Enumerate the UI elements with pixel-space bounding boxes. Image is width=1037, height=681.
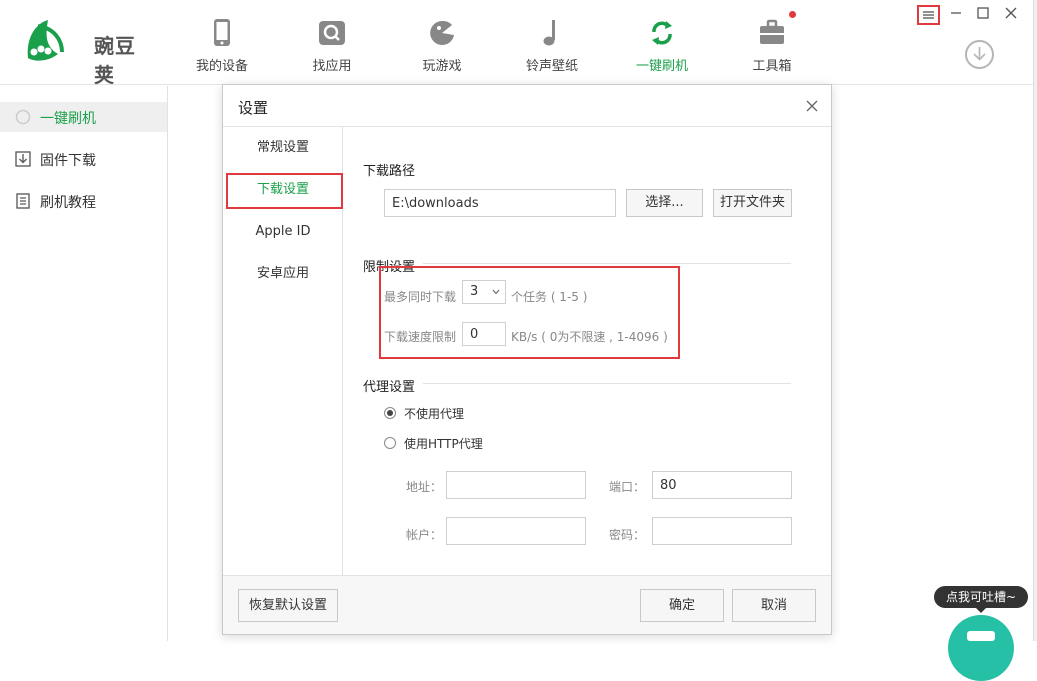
proxy-port-label: 端口： bbox=[609, 480, 646, 494]
ok-button[interactable]: 确定 bbox=[640, 589, 724, 622]
section-divider bbox=[423, 263, 791, 264]
max-tasks-label: 最多同时下载 bbox=[384, 290, 457, 304]
proxy-port-input[interactable] bbox=[652, 471, 792, 499]
dialog-header: 设置 bbox=[223, 85, 831, 127]
proxy-address-label: 地址： bbox=[406, 480, 443, 494]
max-tasks-unit: 个任务 ( 1-5 ) bbox=[511, 290, 588, 304]
tab-android-apps[interactable]: 安卓应用 bbox=[223, 259, 343, 289]
speed-limit-label: 下载速度限制 bbox=[384, 330, 457, 344]
nav-find-apps[interactable]: 找应用 bbox=[282, 0, 382, 85]
nav-toolbox[interactable]: 工具箱 bbox=[722, 0, 822, 85]
nav-label: 工具箱 bbox=[752, 59, 792, 74]
tab-download[interactable]: 下载设置 bbox=[223, 175, 343, 205]
sidebar-item-firmware[interactable]: 固件下载 bbox=[0, 144, 167, 174]
http-proxy-label: 使用HTTP代理 bbox=[404, 437, 483, 451]
download-manager-button[interactable] bbox=[965, 40, 994, 69]
section-divider bbox=[423, 383, 791, 384]
reset-defaults-button[interactable]: 恢复默认设置 bbox=[238, 589, 338, 622]
document-icon bbox=[16, 193, 30, 209]
minimize-icon[interactable] bbox=[947, 4, 965, 22]
dialog-title: 设置 bbox=[238, 99, 269, 117]
download-icon bbox=[15, 151, 31, 167]
refresh-icon bbox=[652, 21, 672, 45]
feedback-chat-button[interactable] bbox=[948, 615, 1014, 681]
game-icon bbox=[430, 20, 454, 45]
toolbox-icon bbox=[760, 19, 784, 44]
proxy-settings-heading: 代理设置 bbox=[363, 380, 416, 395]
sidebar-item-tutorial[interactable]: 刷机教程 bbox=[0, 186, 167, 216]
proxy-password-label: 密码： bbox=[609, 528, 646, 542]
speed-limit-unit: KB/s ( 0为不限速 , 1-4096 ) bbox=[511, 330, 668, 344]
music-note-icon bbox=[543, 20, 555, 46]
sidebar-item-label: 一键刷机 bbox=[40, 111, 96, 127]
top-bar: 豌豆荚 我的设备 找应用 玩游戏 铃声壁纸 一键刷机 工具箱 bbox=[0, 0, 1033, 87]
speed-limit-input[interactable] bbox=[462, 322, 506, 346]
menu-button-highlight[interactable] bbox=[917, 5, 940, 25]
download-path-heading: 下载路径 bbox=[363, 164, 416, 179]
settings-dialog: 设置 常规设置 下载设置 Apple ID 安卓应用 下载路径 选择... 打开… bbox=[222, 84, 832, 635]
nav-label: 我的设备 bbox=[195, 59, 248, 74]
window-edge bbox=[1033, 0, 1037, 641]
open-folder-button[interactable]: 打开文件夹 bbox=[713, 189, 792, 217]
max-tasks-value: 3 bbox=[470, 284, 479, 299]
close-window-icon[interactable] bbox=[1002, 4, 1020, 22]
menu-icon bbox=[923, 11, 934, 19]
nav-my-device[interactable]: 我的设备 bbox=[172, 0, 272, 85]
no-proxy-radio[interactable] bbox=[384, 407, 396, 419]
chat-bubble-icon bbox=[967, 631, 995, 641]
nav-ringtones[interactable]: 铃声壁纸 bbox=[502, 0, 602, 85]
dialog-footer: 恢复默认设置 确定 取消 bbox=[223, 575, 831, 634]
circle-icon bbox=[15, 109, 31, 125]
http-proxy-radio[interactable] bbox=[384, 437, 396, 449]
proxy-address-input[interactable] bbox=[446, 471, 586, 499]
settings-tabs: 常规设置 下载设置 Apple ID 安卓应用 bbox=[223, 127, 343, 575]
sidebar-item-flash[interactable]: 一键刷机 bbox=[0, 102, 167, 132]
nav-label: 一键刷机 bbox=[635, 59, 688, 74]
no-proxy-label: 不使用代理 bbox=[404, 407, 465, 421]
sidebar-item-label: 刷机教程 bbox=[40, 195, 96, 211]
close-icon[interactable] bbox=[803, 97, 821, 115]
app-logo[interactable]: 豌豆荚 bbox=[24, 18, 144, 87]
app-name: 豌豆荚 bbox=[94, 34, 136, 87]
max-tasks-select[interactable]: 3 bbox=[462, 280, 506, 304]
download-path-input[interactable] bbox=[384, 189, 616, 217]
proxy-password-input[interactable] bbox=[652, 517, 792, 545]
chevron-down-icon bbox=[492, 289, 500, 295]
limit-settings-heading: 限制设置 bbox=[363, 260, 416, 275]
tab-apple-id[interactable]: Apple ID bbox=[223, 217, 343, 247]
nav-label: 玩游戏 bbox=[422, 59, 462, 74]
nav-label: 找应用 bbox=[312, 59, 352, 74]
nav-flash[interactable]: 一键刷机 bbox=[612, 0, 712, 85]
search-icon bbox=[319, 21, 345, 45]
sidebar: 一键刷机 固件下载 刷机教程 bbox=[0, 86, 168, 641]
sidebar-item-label: 固件下载 bbox=[40, 153, 96, 169]
phone-icon bbox=[214, 19, 230, 46]
choose-path-button[interactable]: 选择... bbox=[626, 189, 703, 217]
feedback-tooltip: 点我可吐槽~ bbox=[934, 586, 1028, 613]
limit-settings-highlight-box bbox=[379, 266, 680, 359]
maximize-icon[interactable] bbox=[974, 4, 992, 22]
tab-general[interactable]: 常规设置 bbox=[223, 133, 343, 163]
nav-label: 铃声壁纸 bbox=[525, 59, 578, 74]
cancel-button[interactable]: 取消 bbox=[732, 589, 816, 622]
notification-dot bbox=[789, 11, 796, 18]
proxy-account-input[interactable] bbox=[446, 517, 586, 545]
proxy-account-label: 帐户： bbox=[406, 528, 443, 542]
arrow-down-icon bbox=[973, 47, 986, 61]
pea-pod-logo-icon bbox=[27, 20, 64, 61]
nav-games[interactable]: 玩游戏 bbox=[392, 0, 492, 85]
